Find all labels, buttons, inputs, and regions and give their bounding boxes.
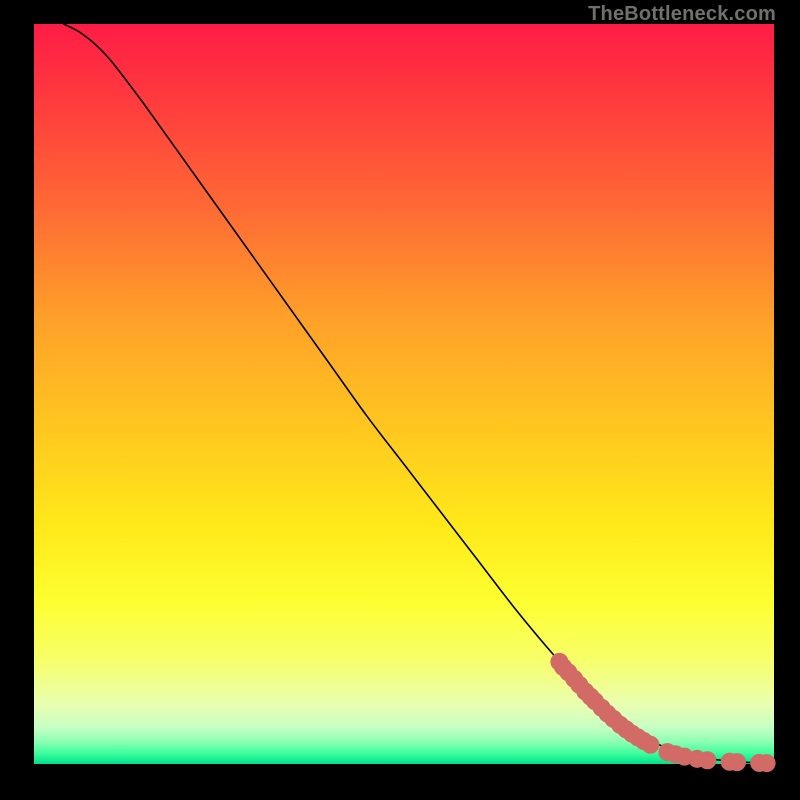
highlighted-points-group: [551, 653, 775, 771]
highlighted-point: [699, 752, 716, 769]
highlighted-point: [642, 736, 659, 753]
highlighted-point: [729, 754, 746, 771]
chart-overlay: [34, 24, 774, 764]
highlighted-point: [758, 755, 775, 772]
watermark-text: TheBottleneck.com: [588, 3, 776, 26]
bottleneck-curve: [64, 24, 774, 763]
